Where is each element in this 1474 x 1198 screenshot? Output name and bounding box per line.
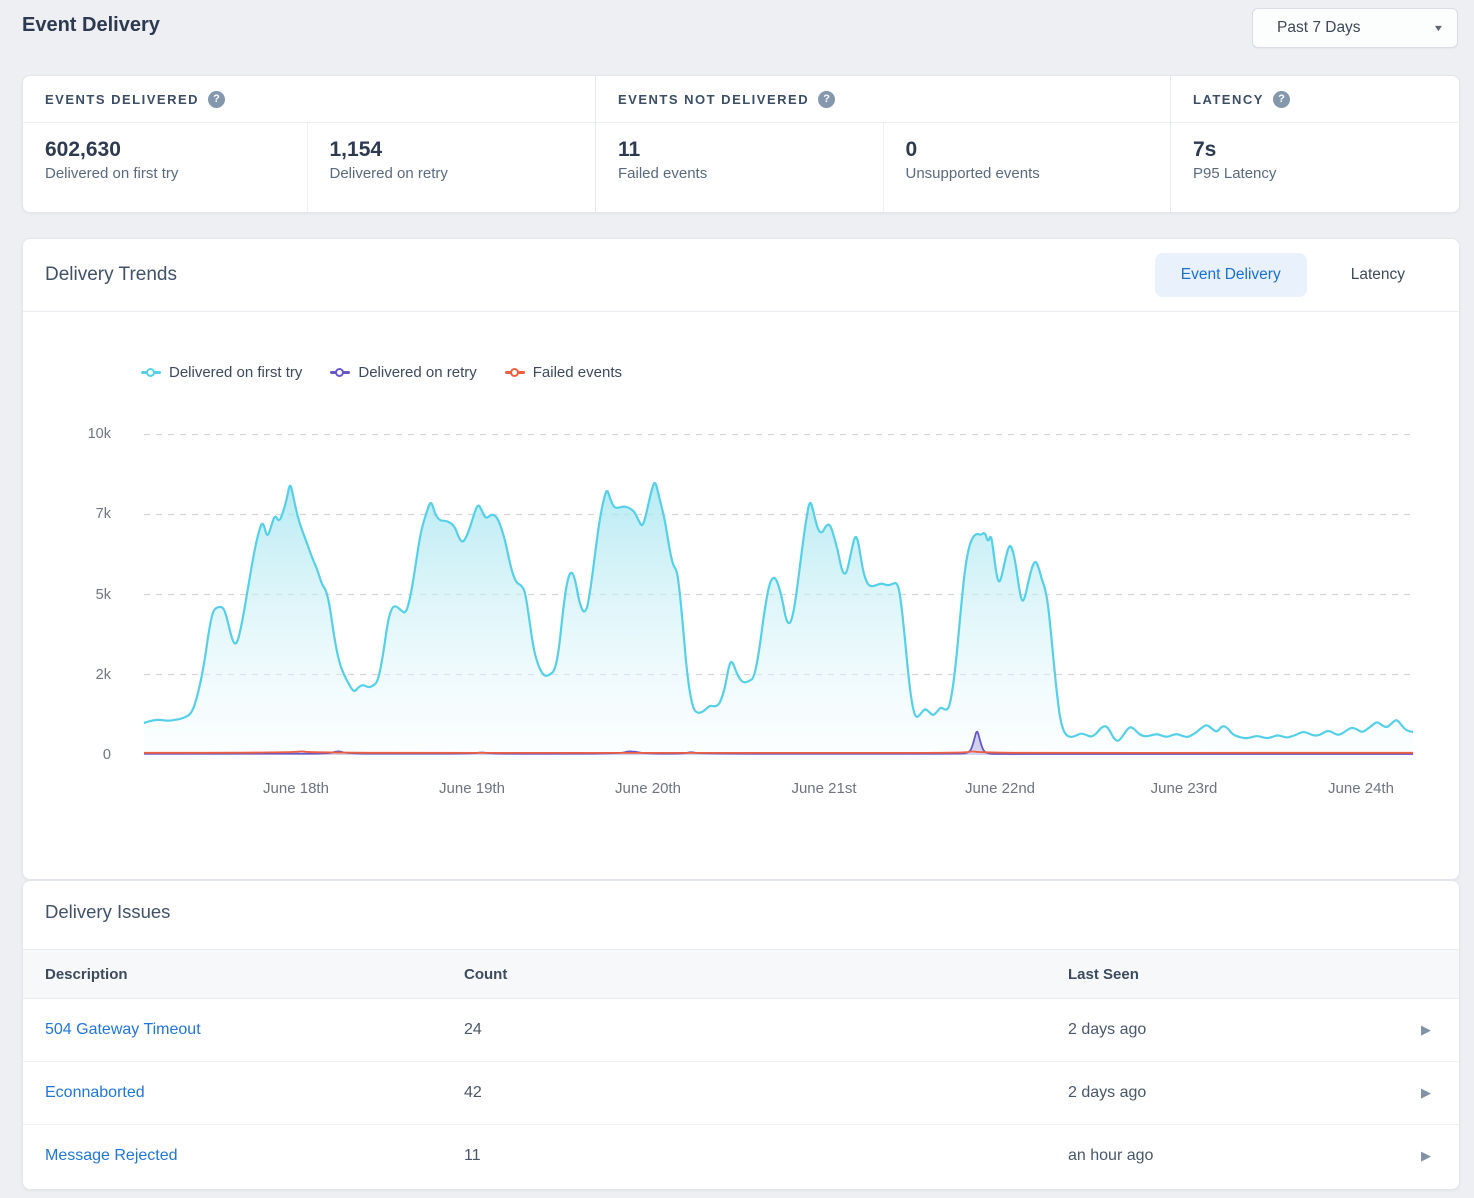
chart-legend: Delivered on first try Delivered on retr… <box>141 364 622 381</box>
y-axis-tick: 10k <box>23 424 111 444</box>
x-axis-tick: June 20th <box>578 780 718 797</box>
stat-value: 7s <box>1193 138 1461 162</box>
tab-event-delivery[interactable]: Event Delivery <box>1155 253 1307 297</box>
date-range-value: Past 7 Days <box>1277 19 1361 37</box>
help-icon[interactable]: ? <box>818 91 835 108</box>
issue-count: 42 <box>464 1062 482 1124</box>
legend-item-failed[interactable]: Failed events <box>505 364 622 381</box>
y-axis-tick: 0 <box>23 745 111 765</box>
stat-group-label: EVENTS NOT DELIVERED <box>618 92 809 107</box>
issue-count: 24 <box>464 999 482 1061</box>
stat-label: Failed events <box>618 165 883 182</box>
legend-label: Delivered on first try <box>169 364 302 381</box>
table-row[interactable]: Econnaborted 42 2 days ago ▶ <box>23 1062 1459 1125</box>
stat-group-header: EVENTS NOT DELIVERED ? <box>596 76 1170 123</box>
column-header-last-seen: Last Seen <box>1068 950 1139 1000</box>
column-header-count: Count <box>464 950 507 1000</box>
issue-link[interactable]: Message Rejected <box>45 1125 178 1187</box>
stat-cell: 1,154 Delivered on retry <box>308 123 596 212</box>
stat-label: Delivered on retry <box>330 165 596 182</box>
delivery-trends-chart[interactable] <box>144 434 1413 755</box>
stat-value: 1,154 <box>330 138 596 162</box>
stat-value: 602,630 <box>45 138 307 162</box>
issue-count: 11 <box>464 1125 481 1187</box>
stat-group-events-not-delivered: EVENTS NOT DELIVERED ? 11 Failed events … <box>596 76 1171 212</box>
legend-item-first-try[interactable]: Delivered on first try <box>141 364 302 381</box>
legend-label: Delivered on retry <box>358 364 476 381</box>
stat-group-label: LATENCY <box>1193 92 1264 107</box>
date-range-dropdown[interactable]: Past 7 Days ▼ <box>1252 8 1458 48</box>
chevron-right-icon[interactable]: ▶ <box>1421 1125 1431 1187</box>
stat-group-label: EVENTS DELIVERED <box>45 92 199 107</box>
stat-cell: 11 Failed events <box>596 123 884 212</box>
x-axis-tick: June 24th <box>1291 780 1431 797</box>
trends-tabs: Event Delivery Latency <box>1155 253 1449 297</box>
x-axis-tick: June 18th <box>226 780 366 797</box>
issue-last-seen: 2 days ago <box>1068 999 1146 1061</box>
legend-line-marker-icon <box>330 368 350 377</box>
legend-line-marker-icon <box>505 368 525 377</box>
legend-line-marker-icon <box>141 368 161 377</box>
x-axis-tick: June 19th <box>402 780 542 797</box>
stat-label: P95 Latency <box>1193 165 1461 182</box>
table-row[interactable]: Message Rejected 11 an hour ago ▶ <box>23 1125 1459 1187</box>
y-axis-tick: 7k <box>23 504 111 524</box>
stat-label: Unsupported events <box>906 165 1171 182</box>
x-axis-tick: June 21st <box>754 780 894 797</box>
delivery-issues-card: Delivery Issues Description Count Last S… <box>22 880 1460 1190</box>
tab-latency[interactable]: Latency <box>1307 253 1449 297</box>
table-row[interactable]: 504 Gateway Timeout 24 2 days ago ▶ <box>23 999 1459 1062</box>
issues-title: Delivery Issues <box>45 901 170 923</box>
stat-group-events-delivered: EVENTS DELIVERED ? 602,630 Delivered on … <box>23 76 596 212</box>
trends-header: Delivery Trends Event Delivery Latency <box>23 239 1459 312</box>
chevron-right-icon[interactable]: ▶ <box>1421 999 1431 1061</box>
delivery-trends-card: Delivery Trends Event Delivery Latency D… <box>22 238 1460 880</box>
y-axis-tick: 2k <box>23 665 111 685</box>
help-icon[interactable]: ? <box>208 91 225 108</box>
stat-group-header: LATENCY ? <box>1171 76 1461 123</box>
stat-group-header: EVENTS DELIVERED ? <box>23 76 595 123</box>
stat-label: Delivered on first try <box>45 165 307 182</box>
x-axis-tick: June 23rd <box>1114 780 1254 797</box>
chevron-down-icon: ▼ <box>1433 23 1445 33</box>
legend-item-retry[interactable]: Delivered on retry <box>330 364 476 381</box>
issues-table-header: Description Count Last Seen <box>23 949 1459 999</box>
issues-table-body: 504 Gateway Timeout 24 2 days ago ▶ Econ… <box>23 999 1459 1187</box>
stat-cell: 0 Unsupported events <box>884 123 1171 212</box>
issue-last-seen: 2 days ago <box>1068 1062 1146 1124</box>
stat-group-latency: LATENCY ? 7s P95 Latency <box>1171 76 1461 212</box>
summary-stats-card: EVENTS DELIVERED ? 602,630 Delivered on … <box>22 75 1460 213</box>
issue-last-seen: an hour ago <box>1068 1125 1153 1187</box>
page-title: Event Delivery <box>22 14 160 37</box>
chevron-right-icon[interactable]: ▶ <box>1421 1062 1431 1124</box>
x-axis-tick: June 22nd <box>930 780 1070 797</box>
issue-link[interactable]: Econnaborted <box>45 1062 145 1124</box>
stat-value: 0 <box>906 138 1171 162</box>
issue-link[interactable]: 504 Gateway Timeout <box>45 999 201 1061</box>
stat-cell: 7s P95 Latency <box>1171 123 1461 212</box>
y-axis-tick: 5k <box>23 585 111 605</box>
column-header-description: Description <box>45 950 128 1000</box>
trends-title: Delivery Trends <box>45 264 177 286</box>
stat-cell: 602,630 Delivered on first try <box>23 123 308 212</box>
stat-value: 11 <box>618 138 883 162</box>
help-icon[interactable]: ? <box>1273 91 1290 108</box>
legend-label: Failed events <box>533 364 622 381</box>
